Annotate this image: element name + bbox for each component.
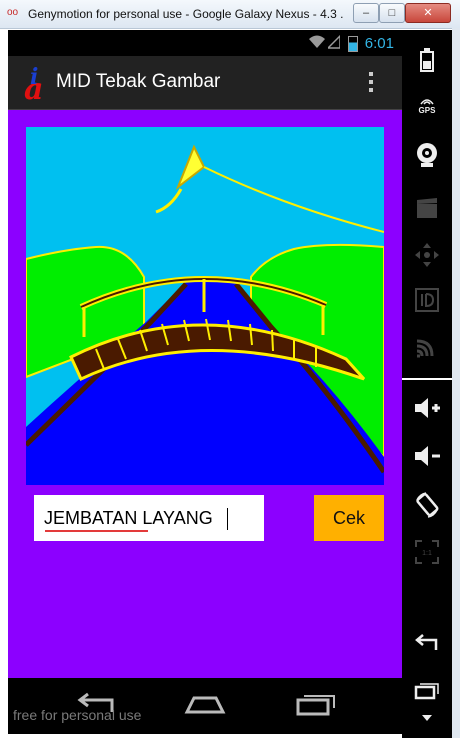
scale-icon[interactable]: 1:1: [411, 540, 443, 570]
maximize-button[interactable]: □: [379, 3, 405, 23]
svg-text:1:1: 1:1: [422, 550, 432, 557]
window-border: [452, 28, 460, 738]
minimize-button[interactable]: –: [353, 3, 379, 23]
dpad-icon[interactable]: [411, 242, 443, 272]
spellcheck-underline: [45, 530, 148, 532]
volume-down-icon[interactable]: [411, 444, 443, 474]
close-button[interactable]: ✕: [405, 3, 451, 23]
action-bar: a i MID Tebak Gambar: [8, 56, 402, 110]
app-icon: a i: [24, 64, 44, 107]
navigation-bar: free for personal use: [8, 678, 402, 734]
watermark: free for personal use: [13, 707, 142, 723]
clock: 6:01: [364, 35, 394, 52]
toolbar-divider: [402, 378, 452, 380]
cast-icon[interactable]: [411, 336, 443, 366]
menu-icon[interactable]: [411, 714, 443, 730]
puzzle-picture: [26, 127, 384, 485]
signal-icon: [326, 34, 341, 52]
answer-input[interactable]: [34, 495, 264, 541]
back-icon[interactable]: [411, 634, 443, 664]
id-icon[interactable]: [411, 288, 443, 318]
wifi-icon: [309, 35, 325, 52]
gps-icon[interactable]: GPS: [411, 96, 443, 126]
recent-apps-icon[interactable]: [296, 692, 336, 721]
app-title: MID Tebak Gambar: [56, 71, 221, 92]
recent-apps-icon[interactable]: [411, 682, 443, 712]
home-icon[interactable]: [184, 692, 226, 721]
window-title-bar: oo Genymotion for personal use - Google …: [0, 0, 460, 29]
check-button[interactable]: Cek: [314, 495, 384, 541]
device-screen: 6:01 a i MID Tebak Gambar JEMBATAN LAYAN…: [8, 30, 402, 678]
overflow-menu-icon[interactable]: [364, 70, 378, 94]
genymotion-toolbar: GPS 1:1: [402, 30, 452, 738]
genymotion-logo: oo: [7, 7, 19, 18]
video-icon[interactable]: [411, 196, 443, 226]
rotate-icon[interactable]: [411, 492, 443, 522]
window-title: Genymotion for personal use - Google Gal…: [28, 7, 344, 21]
battery-icon[interactable]: [411, 48, 443, 78]
text-caret: [227, 508, 228, 530]
status-bar: 6:01: [8, 30, 402, 56]
volume-up-icon[interactable]: [411, 396, 443, 426]
camera-icon[interactable]: [411, 142, 443, 172]
battery-icon: [348, 36, 358, 52]
